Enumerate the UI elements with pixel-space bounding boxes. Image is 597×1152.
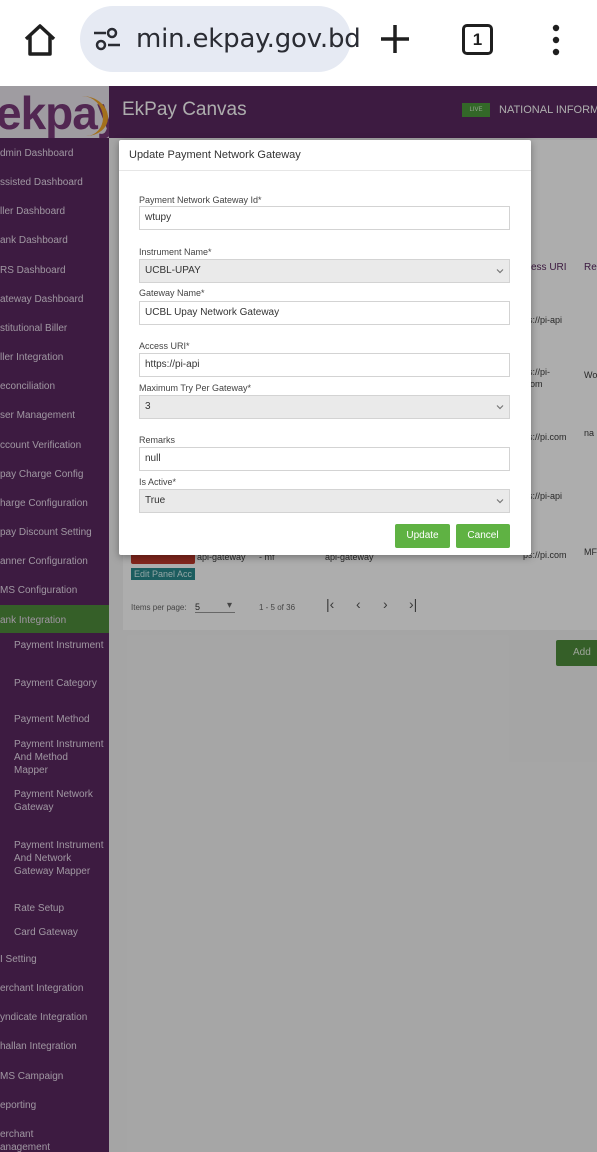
cancel-button[interactable]: Cancel <box>456 524 510 548</box>
more-vert-icon[interactable] <box>548 24 564 56</box>
gateway-id-label: Payment Network Gateway Id* <box>139 195 262 205</box>
chevron-down-icon <box>496 405 504 410</box>
is-active-label: Is Active* <box>139 477 177 487</box>
chevron-down-icon <box>496 269 504 274</box>
tabs-icon[interactable]: 1 <box>462 24 493 55</box>
gateway-name-label: Gateway Name* <box>139 288 205 298</box>
instrument-name-select[interactable]: UCBL-UPAY <box>139 259 510 283</box>
instrument-name-label: Instrument Name* <box>139 247 212 257</box>
max-try-value: 3 <box>145 401 151 412</box>
max-try-label: Maximum Try Per Gateway* <box>139 383 252 393</box>
browser-toolbar: min.ekpay.gov.bd 1 <box>0 0 597 86</box>
update-gateway-dialog: Update Payment Network Gateway Payment N… <box>119 140 531 555</box>
max-try-select[interactable]: 3 <box>139 395 510 419</box>
remarks-field[interactable]: null <box>139 447 510 471</box>
app-root: ekpay EkPay Canvas LIVE NATIONAL INFORMA… <box>0 86 597 1152</box>
dialog-title: Update Payment Network Gateway <box>129 149 301 161</box>
dialog-header: Update Payment Network Gateway <box>119 140 531 171</box>
access-uri-label: Access URI* <box>139 341 190 351</box>
chevron-down-icon <box>496 499 504 504</box>
gateway-id-field[interactable]: wtupy <box>139 206 510 230</box>
plus-icon[interactable] <box>378 22 412 56</box>
is-active-select[interactable]: True <box>139 489 510 513</box>
home-icon[interactable] <box>20 20 60 60</box>
tune-icon[interactable] <box>92 26 122 52</box>
address-bar[interactable]: min.ekpay.gov.bd <box>80 6 361 72</box>
update-button[interactable]: Update <box>395 524 450 548</box>
remarks-label: Remarks <box>139 435 176 445</box>
access-uri-field[interactable]: https://pi-api <box>139 353 510 377</box>
gateway-name-field[interactable]: UCBL Upay Network Gateway <box>139 301 510 325</box>
url-text[interactable]: min.ekpay.gov.bd <box>136 24 361 54</box>
instrument-name-value: UCBL-UPAY <box>145 265 201 276</box>
is-active-value: True <box>145 495 166 506</box>
